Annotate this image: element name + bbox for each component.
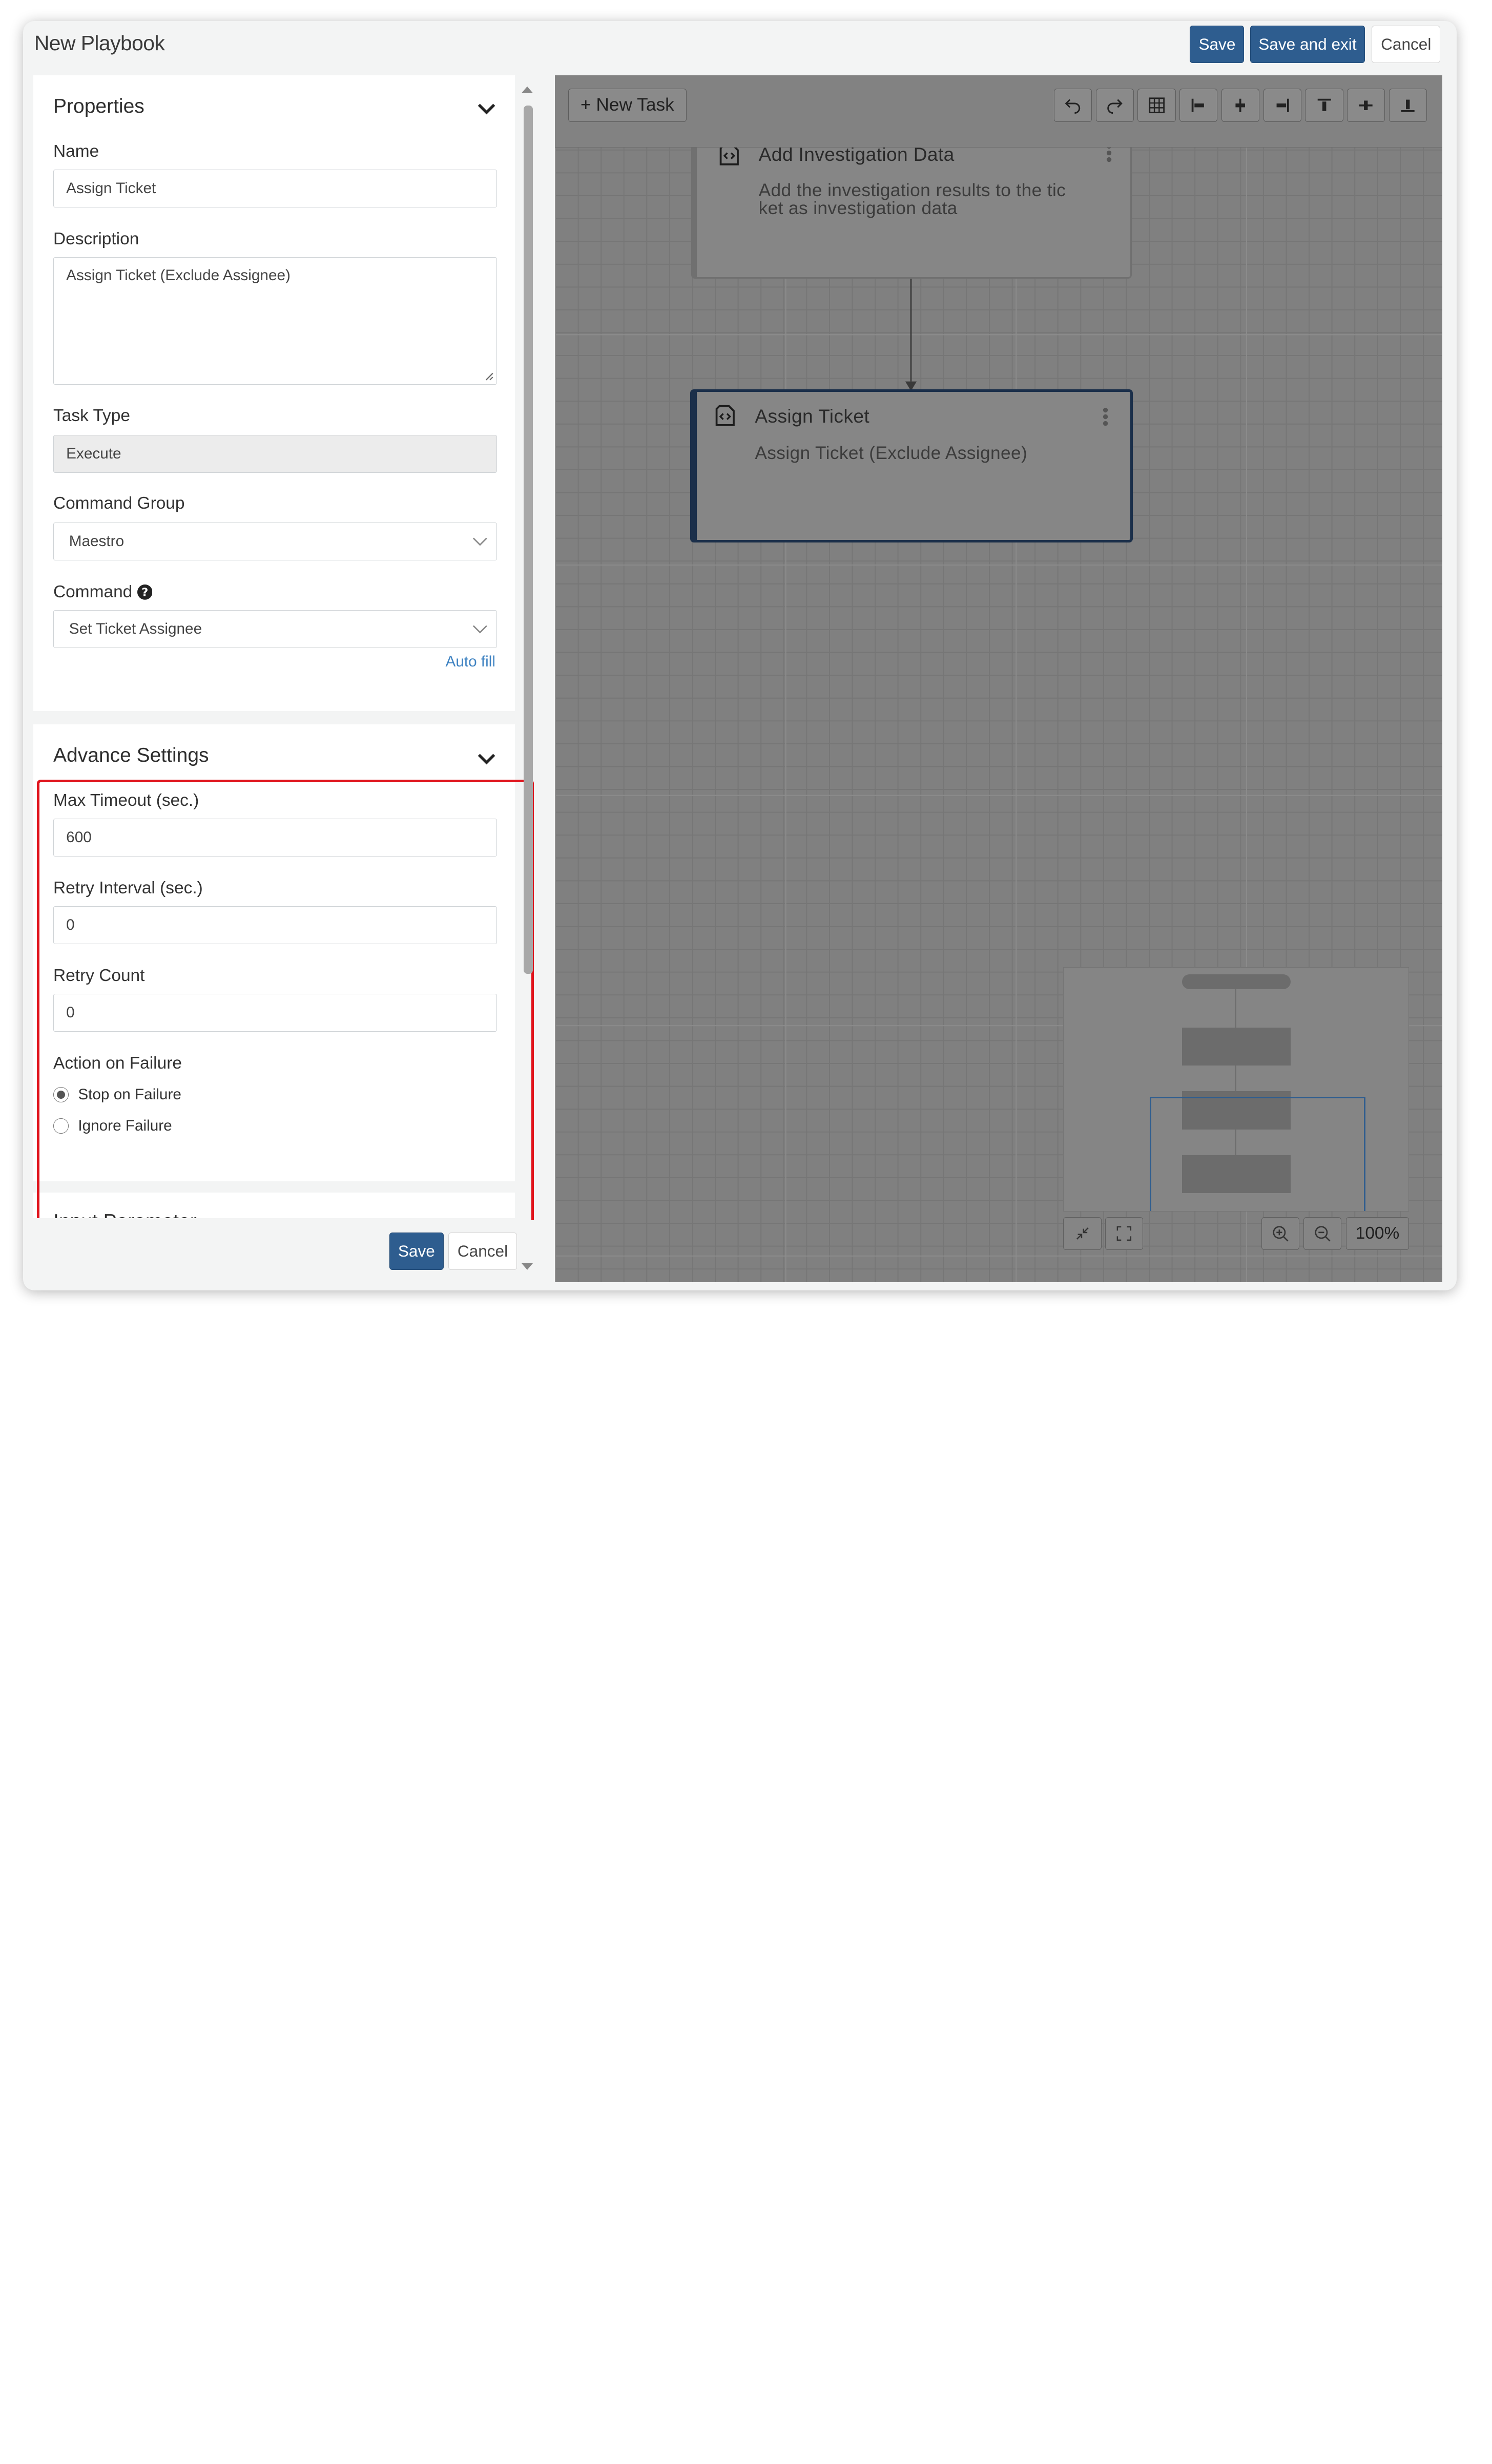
- radio-unchecked-icon[interactable]: [53, 1118, 69, 1134]
- minimap-node: [1182, 1027, 1291, 1066]
- task-node-assign-ticket[interactable]: Assign Ticket Assign Ticket (Exclude Ass…: [690, 389, 1133, 543]
- align-center-icon: [1235, 98, 1246, 112]
- align-right-button[interactable]: [1263, 88, 1301, 122]
- align-center-vertical-button[interactable]: [1221, 88, 1260, 122]
- new-task-button[interactable]: + New Task: [568, 88, 687, 122]
- panel-cancel-button[interactable]: Cancel: [448, 1233, 517, 1270]
- zoom-in-icon: [1273, 1226, 1289, 1242]
- properties-section: Properties Name Assign Ticket Descriptio…: [33, 75, 515, 711]
- redo-button[interactable]: [1095, 88, 1134, 122]
- chevron-down-icon[interactable]: [477, 102, 496, 115]
- properties-title: Properties: [53, 95, 144, 117]
- undo-icon: [1065, 99, 1081, 114]
- scroll-down-arrow-icon[interactable]: [521, 1262, 534, 1272]
- align-left-button[interactable]: [1179, 88, 1218, 122]
- retry-interval-label: Retry Interval (sec.): [53, 878, 203, 897]
- redo-icon: [1107, 99, 1123, 114]
- minimap[interactable]: [1063, 967, 1409, 1212]
- minimap-viewport[interactable]: [1149, 1097, 1366, 1212]
- task-node-title: Assign Ticket: [755, 405, 870, 427]
- save-button[interactable]: Save: [1190, 26, 1245, 63]
- resize-handle-icon[interactable]: [484, 371, 494, 381]
- auto-fill-link[interactable]: Auto fill: [446, 653, 495, 671]
- advance-settings-title: Advance Settings: [53, 744, 209, 766]
- align-top-button[interactable]: [1305, 88, 1343, 122]
- retry-count-input[interactable]: 0: [53, 993, 497, 1032]
- panel-footer: Save Cancel: [33, 1218, 519, 1285]
- grid-icon: [1149, 97, 1165, 113]
- command-group-value: Maestro: [69, 533, 125, 550]
- ignore-failure-radio[interactable]: Ignore Failure: [53, 1117, 172, 1135]
- collapse-icon: [1076, 1227, 1089, 1240]
- cancel-button[interactable]: Cancel: [1372, 26, 1441, 63]
- stop-on-failure-label: Stop on Failure: [78, 1085, 181, 1103]
- task-type-label: Task Type: [53, 406, 130, 426]
- undo-button[interactable]: [1053, 88, 1092, 122]
- zoom-out-button[interactable]: [1303, 1217, 1341, 1250]
- action-on-failure-label: Action on Failure: [53, 1053, 182, 1073]
- chevron-down-icon[interactable]: [477, 752, 496, 765]
- grid-toggle-button[interactable]: [1137, 88, 1176, 122]
- page-title: New Playbook: [34, 31, 165, 55]
- workflow-canvas[interactable]: Add Investigation Data Add the investiga…: [555, 75, 1442, 1282]
- align-left-icon: [1192, 98, 1205, 112]
- command-select[interactable]: Set Ticket Assignee: [53, 610, 497, 649]
- fullscreen-icon: [1117, 1226, 1132, 1241]
- fit-to-screen-button[interactable]: [1105, 1217, 1144, 1250]
- help-icon[interactable]: ?: [137, 584, 153, 600]
- task-node-description-line: Assign Ticket (Exclude Assignee): [755, 443, 1028, 464]
- playbook-editor-window: New Playbook Save Save and exit Cancel P…: [23, 20, 1457, 1291]
- script-icon: [716, 405, 735, 426]
- minimap-connector: [1235, 1066, 1236, 1092]
- panel-save-button[interactable]: Save: [389, 1233, 444, 1270]
- align-middle-icon: [1359, 100, 1373, 110]
- task-node-description-line: ket as investigation data: [758, 198, 958, 219]
- name-input[interactable]: Assign Ticket: [53, 169, 497, 208]
- max-timeout-label: Max Timeout (sec.): [53, 790, 199, 810]
- zoom-in-button[interactable]: [1261, 1217, 1300, 1250]
- command-label-row: Command ?: [53, 582, 153, 602]
- advance-settings-section: Advance Settings Max Timeout (sec.) 600 …: [33, 724, 515, 1181]
- connector-arrow: [905, 279, 917, 391]
- retry-interval-input[interactable]: 0: [53, 906, 497, 945]
- radio-checked-icon[interactable]: [53, 1087, 69, 1102]
- task-node-description-line: Add the investigation results to the tic: [758, 180, 1066, 201]
- minimap-connector: [1235, 989, 1236, 1028]
- command-group-label: Command Group: [53, 494, 185, 513]
- task-settings-panel: Properties Name Assign Ticket Descriptio…: [33, 75, 538, 1220]
- canvas-toolbar: + New Task: [555, 75, 1442, 148]
- max-timeout-input[interactable]: 600: [53, 818, 497, 857]
- retry-count-label: Retry Count: [53, 966, 145, 985]
- zoom-out-icon: [1315, 1226, 1331, 1242]
- description-text: Assign Ticket (Exclude Assignee): [66, 267, 291, 284]
- svg-text:?: ?: [141, 586, 148, 599]
- collapse-button[interactable]: [1063, 1217, 1102, 1250]
- command-label: Command: [53, 582, 133, 602]
- ignore-failure-label: Ignore Failure: [78, 1117, 172, 1135]
- align-middle-button[interactable]: [1347, 88, 1385, 122]
- command-group-select[interactable]: Maestro: [53, 523, 497, 561]
- align-bottom-button[interactable]: [1389, 88, 1427, 122]
- name-label: Name: [53, 141, 99, 161]
- stop-on-failure-radio[interactable]: Stop on Failure: [53, 1086, 181, 1103]
- zoom-level: 100%: [1346, 1217, 1409, 1250]
- panel-scrollbar[interactable]: [518, 75, 537, 1284]
- input-parameter-section: Input Parameter: [33, 1193, 515, 1220]
- chevron-down-icon: [473, 537, 488, 546]
- align-right-icon: [1276, 98, 1289, 112]
- align-top-icon: [1317, 98, 1331, 111]
- save-and-exit-button[interactable]: Save and exit: [1250, 26, 1365, 63]
- chevron-down-icon: [473, 625, 488, 634]
- description-label: Description: [53, 229, 139, 248]
- command-value: Set Ticket Assignee: [69, 620, 202, 638]
- task-type-field: Execute: [53, 435, 497, 473]
- kebab-menu-icon[interactable]: [1103, 407, 1108, 426]
- minimap-start-node: [1182, 974, 1291, 990]
- description-textarea[interactable]: Assign Ticket (Exclude Assignee): [53, 257, 497, 385]
- scrollbar-thumb[interactable]: [523, 106, 533, 974]
- scroll-up-arrow-icon[interactable]: [521, 85, 534, 94]
- align-bottom-icon: [1401, 99, 1415, 112]
